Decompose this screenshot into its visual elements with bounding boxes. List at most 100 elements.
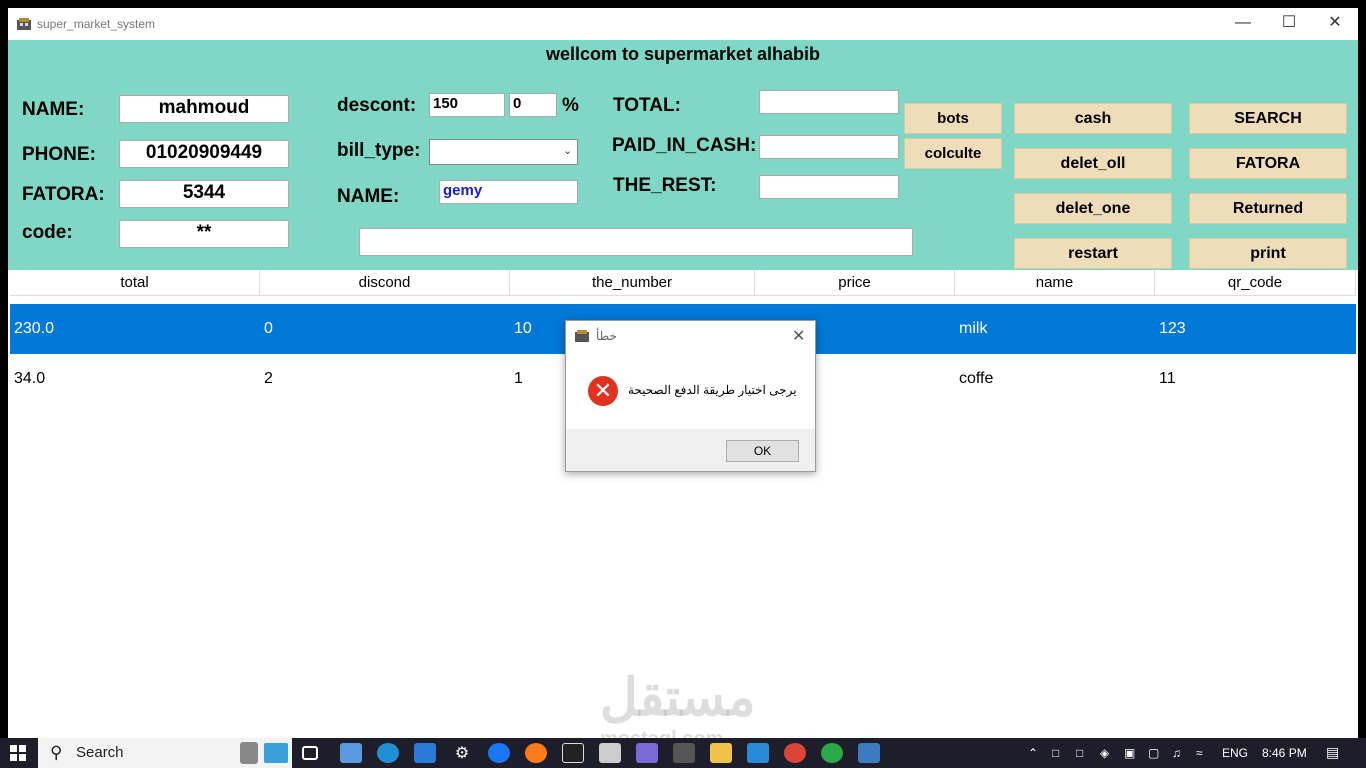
search-icon: ⚲ bbox=[50, 743, 63, 762]
cell-qr-code: 11 bbox=[1159, 370, 1176, 387]
app-icon bbox=[17, 17, 31, 30]
column-header-name[interactable]: name bbox=[955, 270, 1155, 296]
cell-the-number: 10 bbox=[514, 320, 532, 337]
search-button[interactable]: SEARCH bbox=[1189, 103, 1347, 134]
tray-icon-4[interactable]: ▢ bbox=[1148, 746, 1159, 760]
bill-type-label: bill_type: bbox=[337, 140, 421, 161]
facebook-icon[interactable] bbox=[488, 743, 510, 763]
file-explorer-icon[interactable] bbox=[710, 743, 732, 763]
cell-discond: 0 bbox=[264, 320, 273, 337]
paid-in-cash-field[interactable] bbox=[759, 135, 899, 159]
bots-button[interactable]: bots bbox=[904, 103, 1002, 134]
dialog-title: خطأ bbox=[596, 329, 617, 343]
python-app-icon[interactable] bbox=[858, 743, 880, 763]
mail-icon[interactable] bbox=[414, 743, 436, 763]
percent-sign: % bbox=[562, 95, 579, 116]
tray-icon-2[interactable]: □ bbox=[1076, 746, 1083, 760]
chrome-icon[interactable] bbox=[784, 743, 806, 763]
notification-icon[interactable]: ▤ bbox=[1326, 744, 1339, 761]
app-icon-2[interactable] bbox=[636, 743, 658, 763]
name2-field[interactable]: gemy bbox=[439, 180, 578, 204]
cell-total: 34.0 bbox=[14, 370, 46, 387]
shield-icon[interactable]: ◈ bbox=[1100, 746, 1109, 760]
phone-field[interactable]: 01020909449 bbox=[119, 140, 289, 168]
app-icon-4[interactable] bbox=[821, 743, 843, 763]
restart-button[interactable]: restart bbox=[1014, 238, 1172, 269]
title-bar: super_market_system — ☐ ✕ bbox=[8, 8, 1358, 40]
firefox-icon[interactable] bbox=[525, 743, 547, 763]
settings-gear-icon[interactable]: ⚙ bbox=[451, 743, 473, 763]
colculte-button[interactable]: colculte bbox=[904, 138, 1002, 169]
taskbar: ⚲ Search ⚙ ⌃ □ □ ◈ ▣ ▢ ♫ ≈ ENG 8:46 PM ▤ bbox=[0, 738, 1366, 768]
window-title: super_market_system bbox=[37, 17, 156, 31]
cell-qr-code: 123 bbox=[1159, 320, 1186, 337]
page-title: wellcom to supermarket alhabib bbox=[545, 44, 821, 64]
the-rest-field[interactable] bbox=[759, 175, 899, 199]
tray-icon-3[interactable]: ▣ bbox=[1124, 746, 1135, 760]
windows-start-icon[interactable] bbox=[10, 745, 26, 766]
name-field[interactable]: mahmoud bbox=[119, 95, 289, 123]
language-indicator[interactable]: ENG bbox=[1222, 746, 1248, 760]
delet-one-button[interactable]: delet_one bbox=[1014, 193, 1172, 224]
clock[interactable]: 8:46 PM bbox=[1262, 746, 1307, 760]
fatora-field[interactable]: 5344 bbox=[119, 180, 289, 208]
cell-total: 230.0 bbox=[14, 320, 55, 337]
cell-name: milk bbox=[959, 320, 988, 337]
cash-button[interactable]: cash bbox=[1014, 103, 1172, 134]
name2-label: NAME: bbox=[337, 186, 400, 207]
phone-label: PHONE: bbox=[22, 144, 96, 165]
search-label: Search bbox=[76, 744, 124, 761]
column-header-total[interactable]: total bbox=[10, 270, 260, 296]
cell-the-number: 1 bbox=[514, 370, 523, 387]
delet-oll-button[interactable]: delet_oll bbox=[1014, 148, 1172, 179]
tray-chevron-up-icon[interactable]: ⌃ bbox=[1028, 746, 1038, 760]
dialog-app-icon bbox=[575, 329, 589, 347]
fatora-button[interactable]: FATORA bbox=[1189, 148, 1347, 179]
name-label: NAME: bbox=[22, 99, 85, 120]
total-label: TOTAL: bbox=[613, 95, 681, 116]
column-header-discond[interactable]: discond bbox=[260, 270, 510, 296]
watermark-logo: مستقل bbox=[600, 669, 756, 727]
the-rest-label: THE_REST: bbox=[613, 175, 717, 196]
tray-icon-1[interactable]: □ bbox=[1052, 746, 1059, 760]
error-dialog: خطأ ✕ ✕ يرجى اختيار طريقة الدفع الصحيحة … bbox=[565, 320, 816, 472]
task-view-icon[interactable] bbox=[302, 746, 318, 760]
returned-button[interactable]: Returned bbox=[1189, 193, 1347, 224]
column-header-price[interactable]: price bbox=[755, 270, 955, 296]
code-field[interactable]: ** bbox=[119, 220, 289, 248]
map-icon bbox=[264, 743, 288, 763]
dialog-close-icon[interactable]: ✕ bbox=[792, 326, 805, 346]
descont-percent-field[interactable]: 0 bbox=[509, 93, 557, 117]
cell-discond: 2 bbox=[264, 370, 273, 387]
app-icon-1[interactable] bbox=[599, 743, 621, 763]
cell-name: coffe bbox=[959, 370, 994, 387]
close-button[interactable]: ✕ bbox=[1312, 8, 1358, 40]
store-icon[interactable] bbox=[340, 743, 362, 763]
fatora-label: FATORA: bbox=[22, 184, 105, 205]
minimize-button[interactable]: — bbox=[1220, 8, 1266, 40]
descont-label: descont: bbox=[337, 95, 417, 116]
wifi-icon[interactable]: ≈ bbox=[1196, 746, 1203, 760]
bill-type-select[interactable]: ⌄ bbox=[429, 139, 578, 165]
paid-in-cash-label: PAID_IN_CASH: bbox=[612, 135, 757, 156]
form-panel: wellcom to supermarket alhabib NAME: mah… bbox=[8, 40, 1358, 270]
column-header-the-number[interactable]: the_number bbox=[510, 270, 755, 296]
print-button[interactable]: print bbox=[1189, 238, 1347, 269]
app-icon-3[interactable] bbox=[673, 743, 695, 763]
volume-icon[interactable]: ♫ bbox=[1172, 746, 1181, 760]
total-field[interactable] bbox=[759, 90, 899, 114]
taskbar-search-box[interactable]: ⚲ Search bbox=[38, 738, 292, 768]
error-icon: ✕ bbox=[588, 376, 618, 406]
edge-icon[interactable] bbox=[377, 743, 399, 763]
descont-field[interactable]: 150 bbox=[429, 93, 505, 117]
dialog-message: يرجى اختيار طريقة الدفع الصحيحة bbox=[628, 383, 797, 397]
ok-button[interactable]: OK bbox=[726, 440, 799, 462]
search-highlight-icon bbox=[240, 742, 258, 764]
pycharm-icon[interactable] bbox=[562, 743, 584, 763]
vscode-icon[interactable] bbox=[747, 743, 769, 763]
column-header-qr-code[interactable]: qr_code bbox=[1155, 270, 1356, 296]
wide-input[interactable] bbox=[359, 228, 913, 256]
code-label: code: bbox=[22, 222, 73, 243]
maximize-button[interactable]: ☐ bbox=[1266, 8, 1312, 40]
chevron-down-icon: ⌄ bbox=[563, 145, 573, 157]
